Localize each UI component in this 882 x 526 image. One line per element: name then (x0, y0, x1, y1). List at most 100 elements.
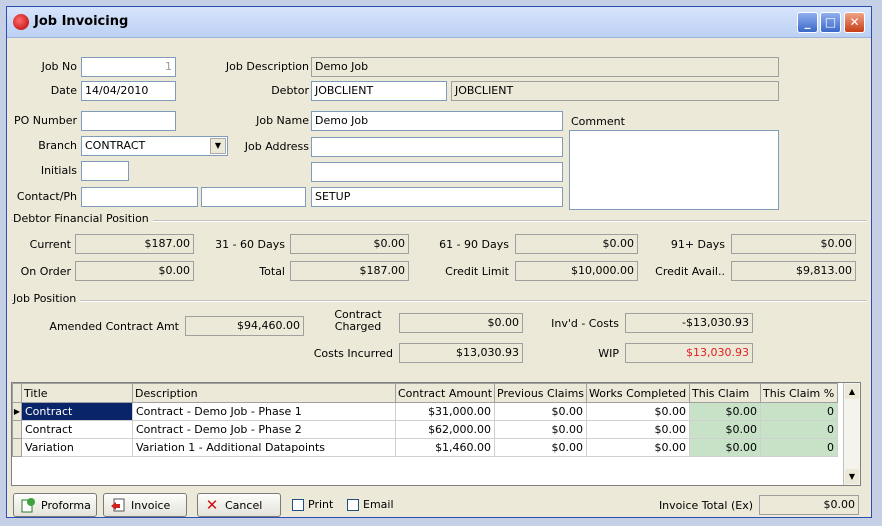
days-91-plus-value: $0.00 (731, 234, 856, 254)
costs-incurred-label: Costs Incurred (313, 347, 393, 360)
invd-costs-value: -$13,030.93 (625, 313, 753, 333)
wip-value: $13,030.93 (625, 343, 753, 363)
row-title[interactable]: Contract (21, 402, 133, 421)
job-no-field[interactable]: 1 (81, 57, 176, 77)
col-previous-claims[interactable]: Previous Claims (494, 383, 588, 403)
table-row[interactable]: Variation Variation 1 - Additional Datap… (12, 438, 839, 457)
row-description[interactable]: Contract - Demo Job - Phase 2 (132, 420, 396, 439)
title-bar[interactable]: Job Invoicing _ □ ✕ (7, 7, 871, 38)
invoice-label: Invoice (131, 498, 171, 512)
current-label: Current (29, 238, 71, 251)
job-invoicing-window: Job Invoicing _ □ ✕ Job No 1 Date 14/04/… (6, 6, 872, 518)
row-this-claim-pct[interactable]: 0 (760, 438, 839, 457)
days-91-plus-label: 91+ Days (670, 238, 725, 251)
row-contract-amount[interactable]: $31,000.00 (394, 402, 496, 421)
invoice-total-label: Invoice Total (Ex) (658, 499, 753, 512)
amended-contract-value: $94,460.00 (185, 316, 304, 336)
row-title[interactable]: Contract (21, 420, 133, 439)
table-row[interactable]: Contract Contract - Demo Job - Phase 2 $… (12, 420, 839, 439)
col-this-claim-pct[interactable]: This Claim % (760, 383, 839, 403)
job-address-line-3[interactable]: SETUP (311, 187, 563, 207)
row-previous-claims[interactable]: $0.00 (494, 438, 588, 457)
initials-field[interactable] (81, 161, 129, 181)
phone-field[interactable] (201, 187, 306, 207)
row-indicator (12, 420, 22, 439)
col-contract-amount[interactable]: Contract Amount (394, 383, 496, 403)
email-label: Email (363, 498, 394, 511)
row-previous-claims[interactable]: $0.00 (494, 420, 588, 439)
debtor-code-field[interactable]: JOBCLIENT (311, 81, 447, 101)
on-order-label: On Order (20, 265, 71, 278)
col-description[interactable]: Description (132, 383, 396, 403)
date-label: Date (50, 84, 77, 97)
col-works-completed[interactable]: Works Completed (586, 383, 691, 403)
claims-table: Title Description Contract Amount Previo… (12, 383, 839, 457)
job-description-field[interactable]: Demo Job (311, 57, 779, 77)
row-this-claim[interactable]: $0.00 (689, 438, 762, 457)
current-row-arrow-icon: ▶ (12, 402, 22, 421)
claims-grid: Title Description Contract Amount Previo… (11, 382, 861, 486)
row-contract-amount[interactable]: $62,000.00 (394, 420, 496, 439)
job-description-label: Job Description (225, 60, 309, 73)
comment-textarea[interactable] (569, 130, 779, 210)
credit-limit-label: Credit Limit (445, 265, 509, 278)
table-row[interactable]: ▶ Contract Contract - Demo Job - Phase 1… (12, 402, 839, 421)
proforma-label: Proforma (41, 498, 91, 512)
credit-avail-value: $9,813.00 (731, 261, 856, 281)
print-label: Print (308, 498, 334, 511)
row-works-completed[interactable]: $0.00 (586, 438, 691, 457)
row-contract-amount[interactable]: $1,460.00 (394, 438, 496, 457)
initials-label: Initials (40, 164, 77, 177)
contact-field[interactable] (81, 187, 198, 207)
row-works-completed[interactable]: $0.00 (586, 420, 691, 439)
days-31-60-label: 31 - 60 Days (215, 238, 285, 251)
job-no-label: Job No (41, 60, 77, 73)
grid-vertical-scrollbar[interactable]: ▲ ▼ (843, 383, 860, 485)
days-61-90-value: $0.00 (515, 234, 638, 254)
proforma-button[interactable]: Proforma (13, 493, 97, 517)
job-position-divider (11, 300, 867, 302)
date-field[interactable]: 14/04/2010 (81, 81, 176, 101)
job-address-line-1[interactable] (311, 137, 563, 157)
job-name-field[interactable]: Demo Job (311, 111, 563, 131)
proforma-icon (20, 497, 36, 513)
job-address-line-2[interactable] (311, 162, 563, 182)
email-checkbox[interactable] (347, 499, 359, 511)
print-checkbox[interactable] (292, 499, 304, 511)
invoice-icon (110, 497, 126, 513)
invoice-button[interactable]: Invoice (103, 493, 187, 517)
cancel-label: Cancel (225, 498, 263, 512)
contact-label: Contact/Ph (16, 190, 77, 203)
scroll-down-icon[interactable]: ▼ (845, 469, 859, 484)
total-value: $187.00 (290, 261, 409, 281)
row-works-completed[interactable]: $0.00 (586, 402, 691, 421)
scroll-up-icon[interactable]: ▲ (845, 384, 859, 399)
invoice-total-value: $0.00 (759, 495, 859, 515)
close-button[interactable]: ✕ (844, 12, 865, 33)
cancel-x-icon: ✕ (205, 496, 219, 514)
col-this-claim[interactable]: This Claim (689, 383, 762, 403)
credit-limit-value: $10,000.00 (515, 261, 638, 281)
comment-label: Comment (571, 115, 625, 128)
row-this-claim[interactable]: $0.00 (689, 402, 762, 421)
debtor-position-title: Debtor Financial Position (13, 212, 153, 225)
row-title[interactable]: Variation (21, 438, 133, 457)
on-order-value: $0.00 (75, 261, 194, 281)
row-this-claim-pct[interactable]: 0 (760, 420, 839, 439)
row-this-claim[interactable]: $0.00 (689, 420, 762, 439)
row-description[interactable]: Variation 1 - Additional Datapoints (132, 438, 396, 457)
row-description[interactable]: Contract - Demo Job - Phase 1 (132, 402, 396, 421)
col-title[interactable]: Title (21, 383, 133, 403)
job-position-title: Job Position (13, 292, 81, 305)
branch-value: CONTRACT (85, 139, 146, 152)
minimize-button[interactable]: _ (797, 12, 818, 33)
po-number-field[interactable] (81, 111, 176, 131)
costs-incurred-value: $13,030.93 (399, 343, 523, 363)
contract-charged-label-line-2: Charged (334, 320, 382, 333)
cancel-button[interactable]: ✕ Cancel (197, 493, 281, 517)
branch-select[interactable]: CONTRACT ▼ (81, 136, 228, 156)
row-previous-claims[interactable]: $0.00 (494, 402, 588, 421)
row-this-claim-pct[interactable]: 0 (760, 402, 839, 421)
maximize-button[interactable]: □ (820, 12, 841, 33)
row-indicator-header (12, 383, 22, 403)
